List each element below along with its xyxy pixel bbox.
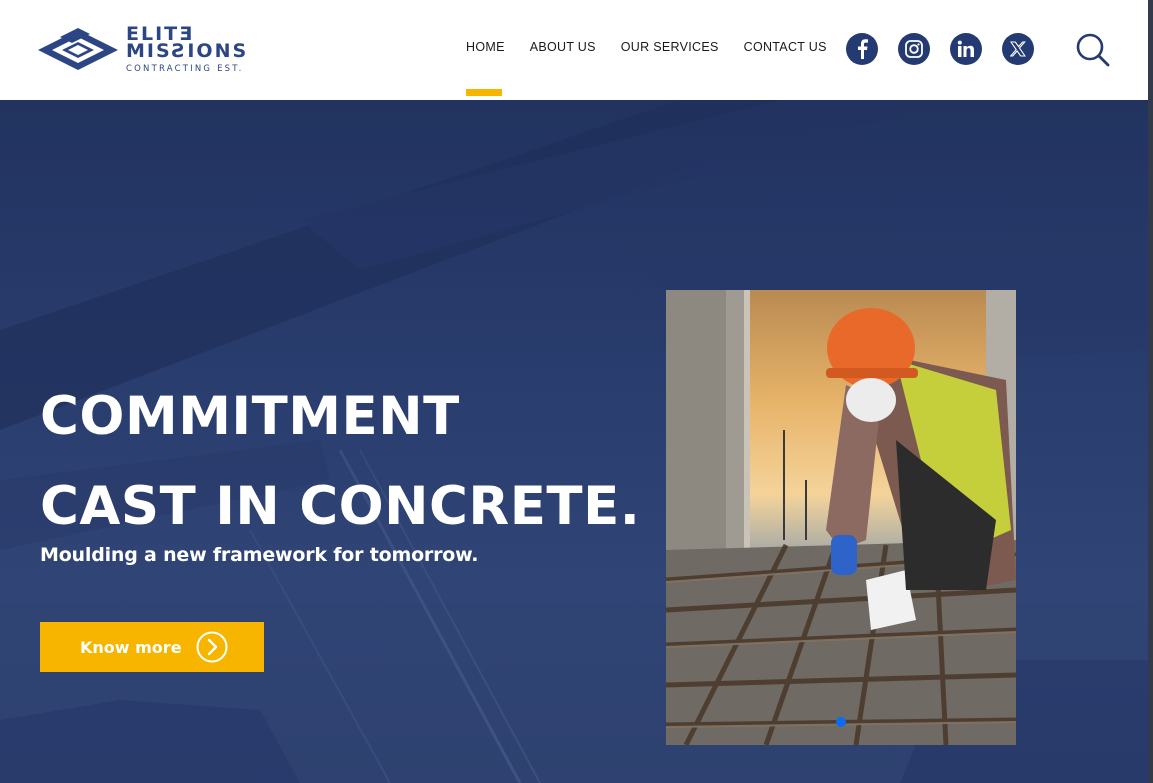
nav-item-our-services[interactable]: OUR SERVICES	[621, 40, 719, 54]
nav-item-contact-us[interactable]: CONTACT US	[744, 40, 827, 54]
logo-line-2: MISƧIONS	[126, 40, 249, 62]
nav-item-about-us[interactable]: ABOUT US	[530, 40, 596, 54]
construction-worker-photo	[666, 290, 1016, 745]
nav-item-home[interactable]: HOME	[466, 40, 505, 54]
social-links	[846, 33, 1034, 65]
hero-title-line-1: COMMITMENT	[40, 386, 460, 447]
scrollbar[interactable]	[1148, 0, 1153, 783]
chevron-right-circle-icon	[196, 631, 228, 663]
hero-title-line-2: CAST IN CONCRETE.	[40, 476, 641, 537]
site-header: ELITƎ MISƧIONS CONTRACTING EST. HOME ABO…	[0, 0, 1148, 100]
x-icon[interactable]	[1002, 33, 1034, 65]
logo-text: ELITƎ MISƧIONS CONTRACTING EST.	[126, 25, 249, 75]
instagram-icon[interactable]	[898, 33, 930, 65]
linkedin-icon[interactable]	[950, 33, 982, 65]
facebook-icon[interactable]	[846, 33, 878, 65]
logo-line-3: CONTRACTING EST.	[126, 64, 244, 74]
know-more-button[interactable]: Know more	[40, 622, 264, 672]
slider-dot-active[interactable]	[836, 717, 846, 727]
hero-title: COMMITMENT CAST IN CONCRETE.	[40, 372, 640, 552]
logo[interactable]: ELITƎ MISƧIONS CONTRACTING EST.	[38, 25, 278, 75]
search-icon[interactable]	[1074, 31, 1112, 69]
logo-mark-icon	[38, 28, 118, 70]
know-more-label: Know more	[80, 637, 182, 657]
main-nav: HOME ABOUT US OUR SERVICES CONTACT US	[466, 40, 827, 54]
nav-active-indicator	[466, 89, 502, 96]
hero-section: COMMITMENT CAST IN CONCRETE. Moulding a …	[0, 100, 1148, 783]
hero-subtitle: Moulding a new framework for tomorrow.	[40, 544, 479, 566]
